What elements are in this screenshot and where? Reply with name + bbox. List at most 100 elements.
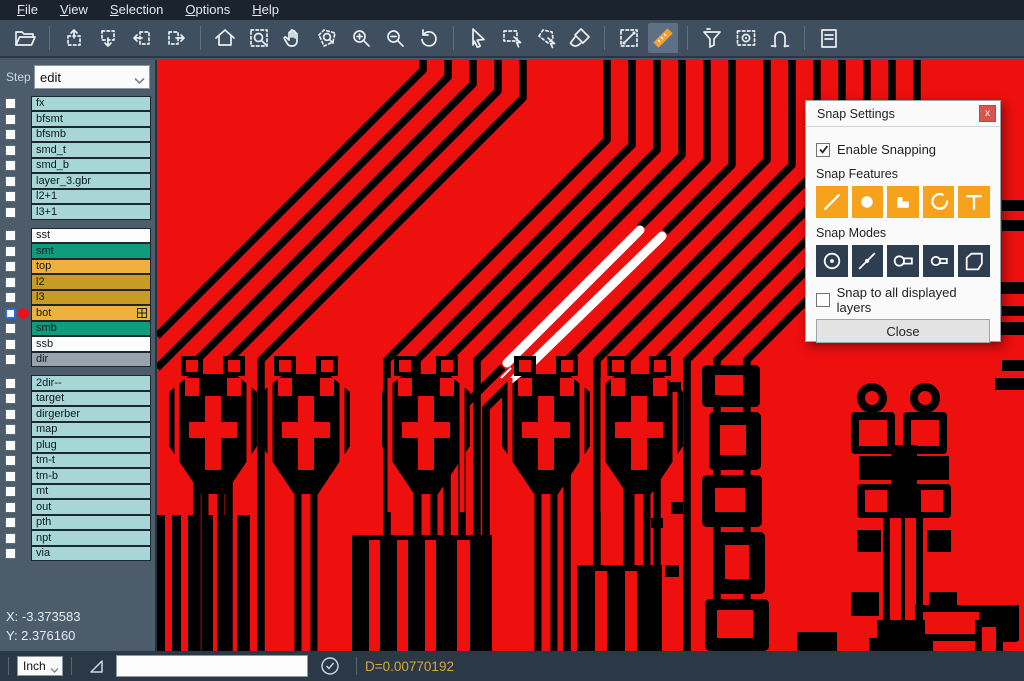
menu-item-selection[interactable]: Selection [99,0,174,20]
angle-icon[interactable] [88,657,108,675]
layer-visibility-checkbox[interactable] [5,129,16,140]
layer-visibility-checkbox[interactable] [5,517,16,528]
pan-right-button[interactable] [161,23,191,53]
layer-name[interactable]: smd_t [31,142,151,158]
layer-visibility-checkbox[interactable] [5,145,16,156]
layer-visibility-checkbox[interactable] [5,207,16,218]
units-select[interactable]: Inch [17,656,63,676]
step-select[interactable]: edit [34,65,150,89]
layer-visibility-checkbox[interactable] [5,277,16,288]
snap-circle-button[interactable] [852,186,884,218]
mode-polygon-button[interactable] [958,245,990,277]
layer-visibility-checkbox[interactable] [5,354,16,365]
layer-name[interactable]: dirgerber [31,406,151,422]
layer-name[interactable]: 2dir-- [31,375,151,391]
layer-row-sst[interactable]: sst [0,228,155,244]
layer-name[interactable]: smb [31,321,151,337]
layer-row-out[interactable]: out [0,500,155,516]
view-box-button[interactable] [731,23,761,53]
layer-name[interactable]: tm-t [31,453,151,469]
close-button[interactable]: Close [816,319,990,343]
layer-visibility-checkbox[interactable] [5,533,16,544]
layer-name[interactable]: out [31,499,151,515]
layer-row-l2+1[interactable]: l2+1 [0,189,155,205]
layer-name[interactable]: ssb [31,336,151,352]
pan-up-button[interactable] [59,23,89,53]
layer-row-dir[interactable]: dir [0,352,155,368]
layer-name[interactable]: map [31,422,151,438]
all-layers-row[interactable]: Snap to all displayed layers [816,285,990,315]
layer-name[interactable]: layer_3.gbr [31,173,151,189]
layer-name[interactable]: plug [31,437,151,453]
layer-row-smd_b[interactable]: smd_b [0,158,155,174]
select-poly-button[interactable] [531,23,561,53]
layer-name[interactable]: smt [31,243,151,259]
mode-center-button[interactable] [816,245,848,277]
menu-item-file[interactable]: File [6,0,49,20]
layer-visibility-checkbox[interactable] [5,114,16,125]
open-folder-button[interactable] [10,23,40,53]
layer-name[interactable]: tm-b [31,468,151,484]
layer-visibility-checkbox[interactable] [5,339,16,350]
layer-name[interactable]: via [31,546,151,562]
layer-name[interactable]: l3 [31,290,151,306]
layer-visibility-checkbox[interactable] [5,455,16,466]
layer-row-l2[interactable]: l2 [0,275,155,291]
layer-visibility-checkbox[interactable] [5,261,16,272]
filter-button[interactable] [697,23,727,53]
layer-visibility-checkbox[interactable] [5,393,16,404]
pan-left-button[interactable] [127,23,157,53]
layer-name[interactable]: smd_b [31,158,151,174]
layer-visibility-checkbox[interactable] [5,246,16,257]
layer-visibility-checkbox[interactable] [5,191,16,202]
layer-row-smt[interactable]: smt [0,244,155,260]
layer-row-via[interactable]: via [0,546,155,562]
layer-visibility-checkbox[interactable] [5,409,16,420]
layer-row-l3[interactable]: l3 [0,290,155,306]
layer-row-target[interactable]: target [0,391,155,407]
layer-row-bfsmt[interactable]: bfsmt [0,112,155,128]
pan-hand-button[interactable] [278,23,308,53]
enable-snapping-row[interactable]: Enable Snapping [816,142,990,157]
layer-name[interactable]: bfsmb [31,127,151,143]
layer-name[interactable]: target [31,391,151,407]
zoom-fit-button[interactable] [244,23,274,53]
layer-visibility-checkbox[interactable] [5,176,16,187]
menu-item-options[interactable]: Options [174,0,241,20]
layer-visibility-checkbox[interactable] [5,292,16,303]
layer-visibility-checkbox[interactable] [5,308,16,319]
layer-visibility-checkbox[interactable] [5,98,16,109]
select-arrow-button[interactable] [463,23,493,53]
layer-row-dirgerber[interactable]: dirgerber [0,407,155,423]
layer-visibility-checkbox[interactable] [5,230,16,241]
measure-ruler-button[interactable] [648,23,678,53]
layer-name[interactable]: sst [31,228,151,244]
snap-line-button[interactable] [816,186,848,218]
layer-row-pth[interactable]: pth [0,515,155,531]
layer-name[interactable]: pth [31,515,151,531]
layer-name[interactable]: bfsmt [31,111,151,127]
dialog-titlebar[interactable]: Snap Settings x [806,101,1000,127]
layer-visibility-checkbox[interactable] [5,378,16,389]
apply-check-icon[interactable] [320,656,340,676]
zoom-out-button[interactable] [380,23,410,53]
layer-row-bfsmb[interactable]: bfsmb [0,127,155,143]
layer-visibility-checkbox[interactable] [5,424,16,435]
mode-midpoint-button[interactable] [852,245,884,277]
layer-visibility-checkbox[interactable] [5,548,16,559]
layer-row-smd_t[interactable]: smd_t [0,143,155,159]
layer-row-ssb[interactable]: ssb [0,337,155,353]
layer-visibility-checkbox[interactable] [5,440,16,451]
layer-row-2dir--[interactable]: 2dir-- [0,376,155,392]
layer-visibility-checkbox[interactable] [5,502,16,513]
layer-name[interactable]: top [31,259,151,275]
layer-row-plug[interactable]: plug [0,438,155,454]
zoom-in-button[interactable] [346,23,376,53]
layer-name[interactable]: fx [31,96,151,112]
layer-visibility-checkbox[interactable] [5,160,16,171]
layer-row-map[interactable]: map [0,422,155,438]
layer-name[interactable]: mt [31,484,151,500]
layer-row-npt[interactable]: npt [0,531,155,547]
layer-name[interactable]: dir [31,352,151,368]
all-layers-checkbox[interactable] [816,293,830,307]
